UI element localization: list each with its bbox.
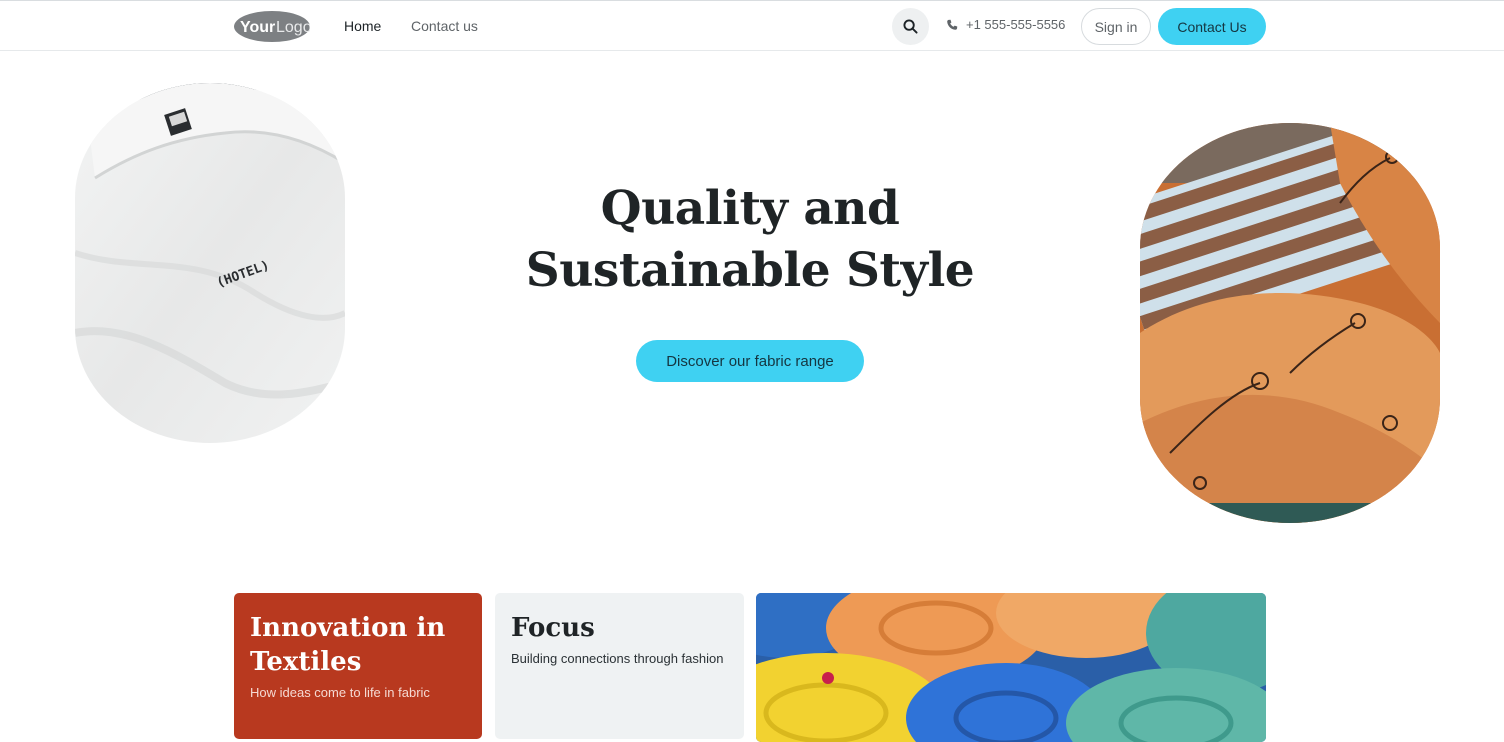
svg-text:Logo: Logo <box>276 19 310 36</box>
innovation-card-title: Innovation in Textiles <box>250 613 446 677</box>
sign-in-button[interactable]: Sign in <box>1081 8 1151 45</box>
tshirt-image: (HOTEL) <box>75 83 345 443</box>
rolled-fabrics-image <box>756 593 1266 742</box>
innovation-card-subtitle: How ideas come to life in fabric <box>250 685 430 700</box>
phone-icon <box>947 19 958 30</box>
nav-home-link[interactable]: Home <box>344 18 381 34</box>
focus-card[interactable]: Focus Building connections through fashi… <box>495 593 744 739</box>
discover-fabric-button[interactable]: Discover our fabric range <box>636 340 864 382</box>
contact-us-button[interactable]: Contact Us <box>1158 8 1266 45</box>
hero-title: Quality and Sustainable Style <box>500 178 1000 302</box>
hero-title-line1: Quality and <box>600 181 900 236</box>
innovation-card[interactable]: Innovation in Textiles How ideas come to… <box>234 593 482 739</box>
nav-contact-link[interactable]: Contact us <box>411 18 478 34</box>
hero-title-line2: Sustainable Style <box>525 243 975 298</box>
svg-text:Your: Your <box>240 19 275 36</box>
phone-link[interactable]: +1 555-555-5556 <box>946 17 1065 32</box>
logo[interactable]: Your Logo <box>234 11 310 42</box>
site-header: Your Logo Home Contact us +1 555-555-555… <box>0 1 1504 51</box>
fabrics-image <box>1140 123 1440 523</box>
search-icon <box>903 19 918 34</box>
phone-number: +1 555-555-5556 <box>966 17 1066 32</box>
focus-card-title: Focus <box>511 613 595 643</box>
search-button[interactable] <box>892 8 929 45</box>
focus-card-subtitle: Building connections through fashion <box>511 651 724 666</box>
